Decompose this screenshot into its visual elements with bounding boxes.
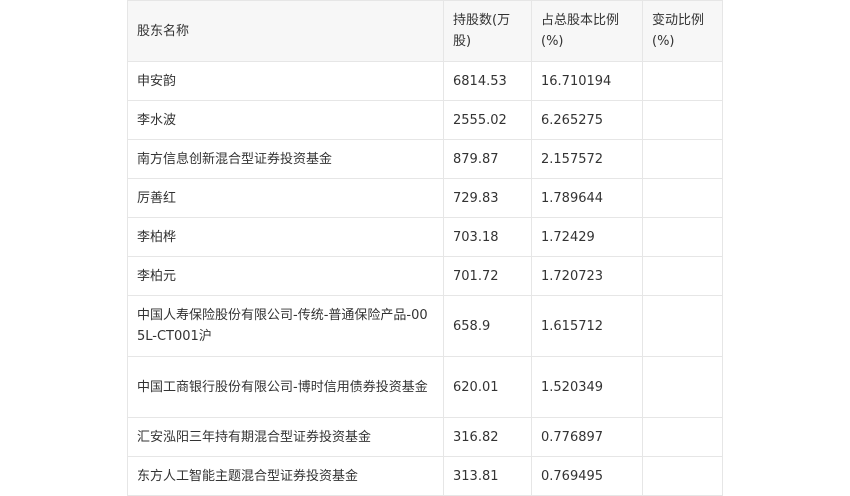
table-row: 汇安泓阳三年持有期混合型证券投资基金 316.82 0.776897	[127, 417, 723, 457]
cell-ratio: 1.789644	[531, 178, 643, 218]
table-row: 李柏元 701.72 1.720723	[127, 256, 723, 296]
cell-ratio: 6.265275	[531, 100, 643, 140]
header-shares: 持股数(万股)	[443, 0, 532, 62]
table-row: 中国人寿保险股份有限公司-传统-普通保险产品-005L-CT001沪 658.9…	[127, 295, 723, 357]
table-row: 厉善红 729.83 1.789644	[127, 178, 723, 218]
cell-change	[642, 417, 723, 457]
cell-shares: 620.01	[443, 356, 532, 418]
table-row: 申安韵 6814.53 16.710194	[127, 61, 723, 101]
cell-ratio: 2.157572	[531, 139, 643, 179]
cell-name: 东方人工智能主题混合型证券投资基金	[127, 456, 444, 496]
table-row: 南方信息创新混合型证券投资基金 879.87 2.157572	[127, 139, 723, 179]
cell-name: 汇安泓阳三年持有期混合型证券投资基金	[127, 417, 444, 457]
cell-shares: 316.82	[443, 417, 532, 457]
cell-ratio: 1.615712	[531, 295, 643, 357]
cell-shares: 879.87	[443, 139, 532, 179]
cell-change	[642, 217, 723, 257]
shareholder-table: 股东名称 持股数(万股) 占总股本比例(%) 变动比例(%) 申安韵 6814.…	[127, 0, 723, 496]
cell-ratio: 1.72429	[531, 217, 643, 257]
cell-ratio: 0.769495	[531, 456, 643, 496]
cell-change	[642, 100, 723, 140]
cell-name: 申安韵	[127, 61, 444, 101]
cell-name: 中国工商银行股份有限公司-博时信用债券投资基金	[127, 356, 444, 418]
cell-name: 李水波	[127, 100, 444, 140]
cell-change	[642, 256, 723, 296]
cell-change	[642, 139, 723, 179]
cell-name: 厉善红	[127, 178, 444, 218]
table-row: 李水波 2555.02 6.265275	[127, 100, 723, 140]
cell-name: 南方信息创新混合型证券投资基金	[127, 139, 444, 179]
table-row: 东方人工智能主题混合型证券投资基金 313.81 0.769495	[127, 456, 723, 496]
cell-change	[642, 356, 723, 418]
cell-ratio: 1.720723	[531, 256, 643, 296]
cell-shares: 313.81	[443, 456, 532, 496]
cell-name: 中国人寿保险股份有限公司-传统-普通保险产品-005L-CT001沪	[127, 295, 444, 357]
table-row: 李柏桦 703.18 1.72429	[127, 217, 723, 257]
cell-ratio: 1.520349	[531, 356, 643, 418]
cell-shares: 703.18	[443, 217, 532, 257]
cell-shares: 729.83	[443, 178, 532, 218]
table-row: 中国工商银行股份有限公司-博时信用债券投资基金 620.01 1.520349	[127, 356, 723, 418]
table-header-row: 股东名称 持股数(万股) 占总股本比例(%) 变动比例(%)	[127, 0, 723, 62]
header-shareholder-name: 股东名称	[127, 0, 444, 62]
cell-ratio: 16.710194	[531, 61, 643, 101]
cell-name: 李柏桦	[127, 217, 444, 257]
cell-shares: 2555.02	[443, 100, 532, 140]
cell-ratio: 0.776897	[531, 417, 643, 457]
cell-change	[642, 61, 723, 101]
cell-change	[642, 178, 723, 218]
header-ratio: 占总股本比例(%)	[531, 0, 643, 62]
cell-shares: 658.9	[443, 295, 532, 357]
shareholder-table-container: 股东名称 持股数(万股) 占总股本比例(%) 变动比例(%) 申安韵 6814.…	[127, 0, 723, 496]
cell-name: 李柏元	[127, 256, 444, 296]
cell-shares: 701.72	[443, 256, 532, 296]
cell-shares: 6814.53	[443, 61, 532, 101]
header-change: 变动比例(%)	[642, 0, 723, 62]
cell-change	[642, 295, 723, 357]
cell-change	[642, 456, 723, 496]
